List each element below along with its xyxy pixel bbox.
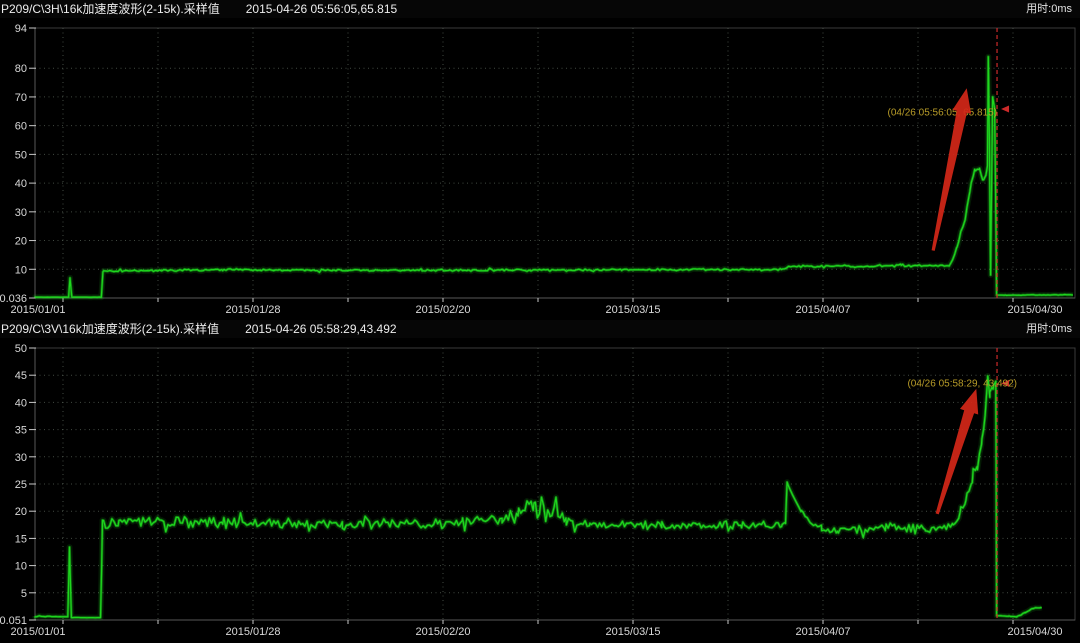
svg-text:2015/01/01: 2015/01/01 (10, 304, 65, 316)
svg-text:20: 20 (15, 236, 27, 248)
trend-chart-3h[interactable]: 9480706050403020100.0362015/01/012015/01… (0, 18, 1080, 320)
svg-text:2015/02/20: 2015/02/20 (415, 304, 470, 316)
cursor-readout: 2015-04-26 05:56:05,65.815 (246, 0, 397, 18)
vibration-trend-window: P209/C\3H\16k加速度波形(2-15k).采样值 2015-04-26… (0, 0, 1080, 643)
chart-panel-3h: P209/C\3H\16k加速度波形(2-15k).采样值 2015-04-26… (0, 0, 1080, 320)
x-axis-labels: 2015/01/01 2015/01/28 2015/02/20 2015/03/15… (10, 626, 1062, 638)
svg-text:40: 40 (15, 397, 27, 409)
svg-text:2015/01/28: 2015/01/28 (225, 626, 280, 638)
svg-text:2015/04/07: 2015/04/07 (795, 626, 850, 638)
svg-text:30: 30 (15, 207, 27, 219)
trend-chart-3v[interactable]: 50454035302520151050.0512015/01/012015/0… (0, 338, 1080, 643)
svg-text:2015/04/07: 2015/04/07 (795, 304, 850, 316)
svg-text:15: 15 (15, 533, 27, 545)
svg-text:2015/02/20: 2015/02/20 (415, 626, 470, 638)
chart-title: P209/C\3H\16k加速度波形(2-15k).采样值 (1, 0, 220, 18)
svg-text:45: 45 (15, 370, 27, 382)
series-trace (35, 57, 1073, 298)
svg-text:80: 80 (15, 63, 27, 75)
trend-arrow (936, 389, 979, 515)
svg-text:30: 30 (15, 452, 27, 464)
svg-text:10: 10 (15, 264, 27, 276)
x-axis-labels: 2015/01/01 2015/01/28 2015/02/20 2015/03/15… (10, 304, 1062, 316)
chart-header-3v: P209/C\3V\16k加速度波形(2-15k).采样值 2015-04-26… (0, 320, 1080, 338)
annotation-label: (04/26 05:58:29, 43.492) (907, 378, 1017, 389)
svg-text:2015/04/30: 2015/04/30 (1007, 626, 1062, 638)
chart-title: P209/C\3V\16k加速度波形(2-15k).采样值 (1, 320, 219, 338)
plot-frame (35, 28, 1075, 298)
svg-text:2015/03/15: 2015/03/15 (605, 304, 660, 316)
svg-text:2015/04/30: 2015/04/30 (1007, 304, 1062, 316)
svg-text:2015/01/01: 2015/01/01 (10, 626, 65, 638)
cursor-readout: 2015-04-26 05:58:29,43.492 (245, 320, 396, 338)
chart-header-3h: P209/C\3H\16k加速度波形(2-15k).采样值 2015-04-26… (0, 0, 1080, 18)
svg-text:50: 50 (15, 343, 27, 355)
elapsed-time: 用时:0ms (1026, 0, 1072, 18)
cursor-point-marker (1001, 105, 1009, 112)
svg-text:2015/01/28: 2015/01/28 (225, 304, 280, 316)
svg-text:35: 35 (15, 425, 27, 437)
svg-text:94: 94 (15, 23, 27, 35)
svg-text:25: 25 (15, 479, 27, 491)
svg-text:20: 20 (15, 506, 27, 518)
svg-text:60: 60 (15, 121, 27, 133)
chart-panel-3v: P209/C\3V\16k加速度波形(2-15k).采样值 2015-04-26… (0, 320, 1080, 643)
elapsed-time: 用时:0ms (1026, 320, 1072, 338)
svg-text:40: 40 (15, 178, 27, 190)
svg-text:5: 5 (21, 588, 27, 600)
svg-text:50: 50 (15, 149, 27, 161)
svg-text:10: 10 (15, 561, 27, 573)
annotation-label: (04/26 05:56:05, 65.815) (888, 108, 998, 119)
svg-text:70: 70 (15, 92, 27, 104)
svg-text:2015/03/15: 2015/03/15 (605, 626, 660, 638)
